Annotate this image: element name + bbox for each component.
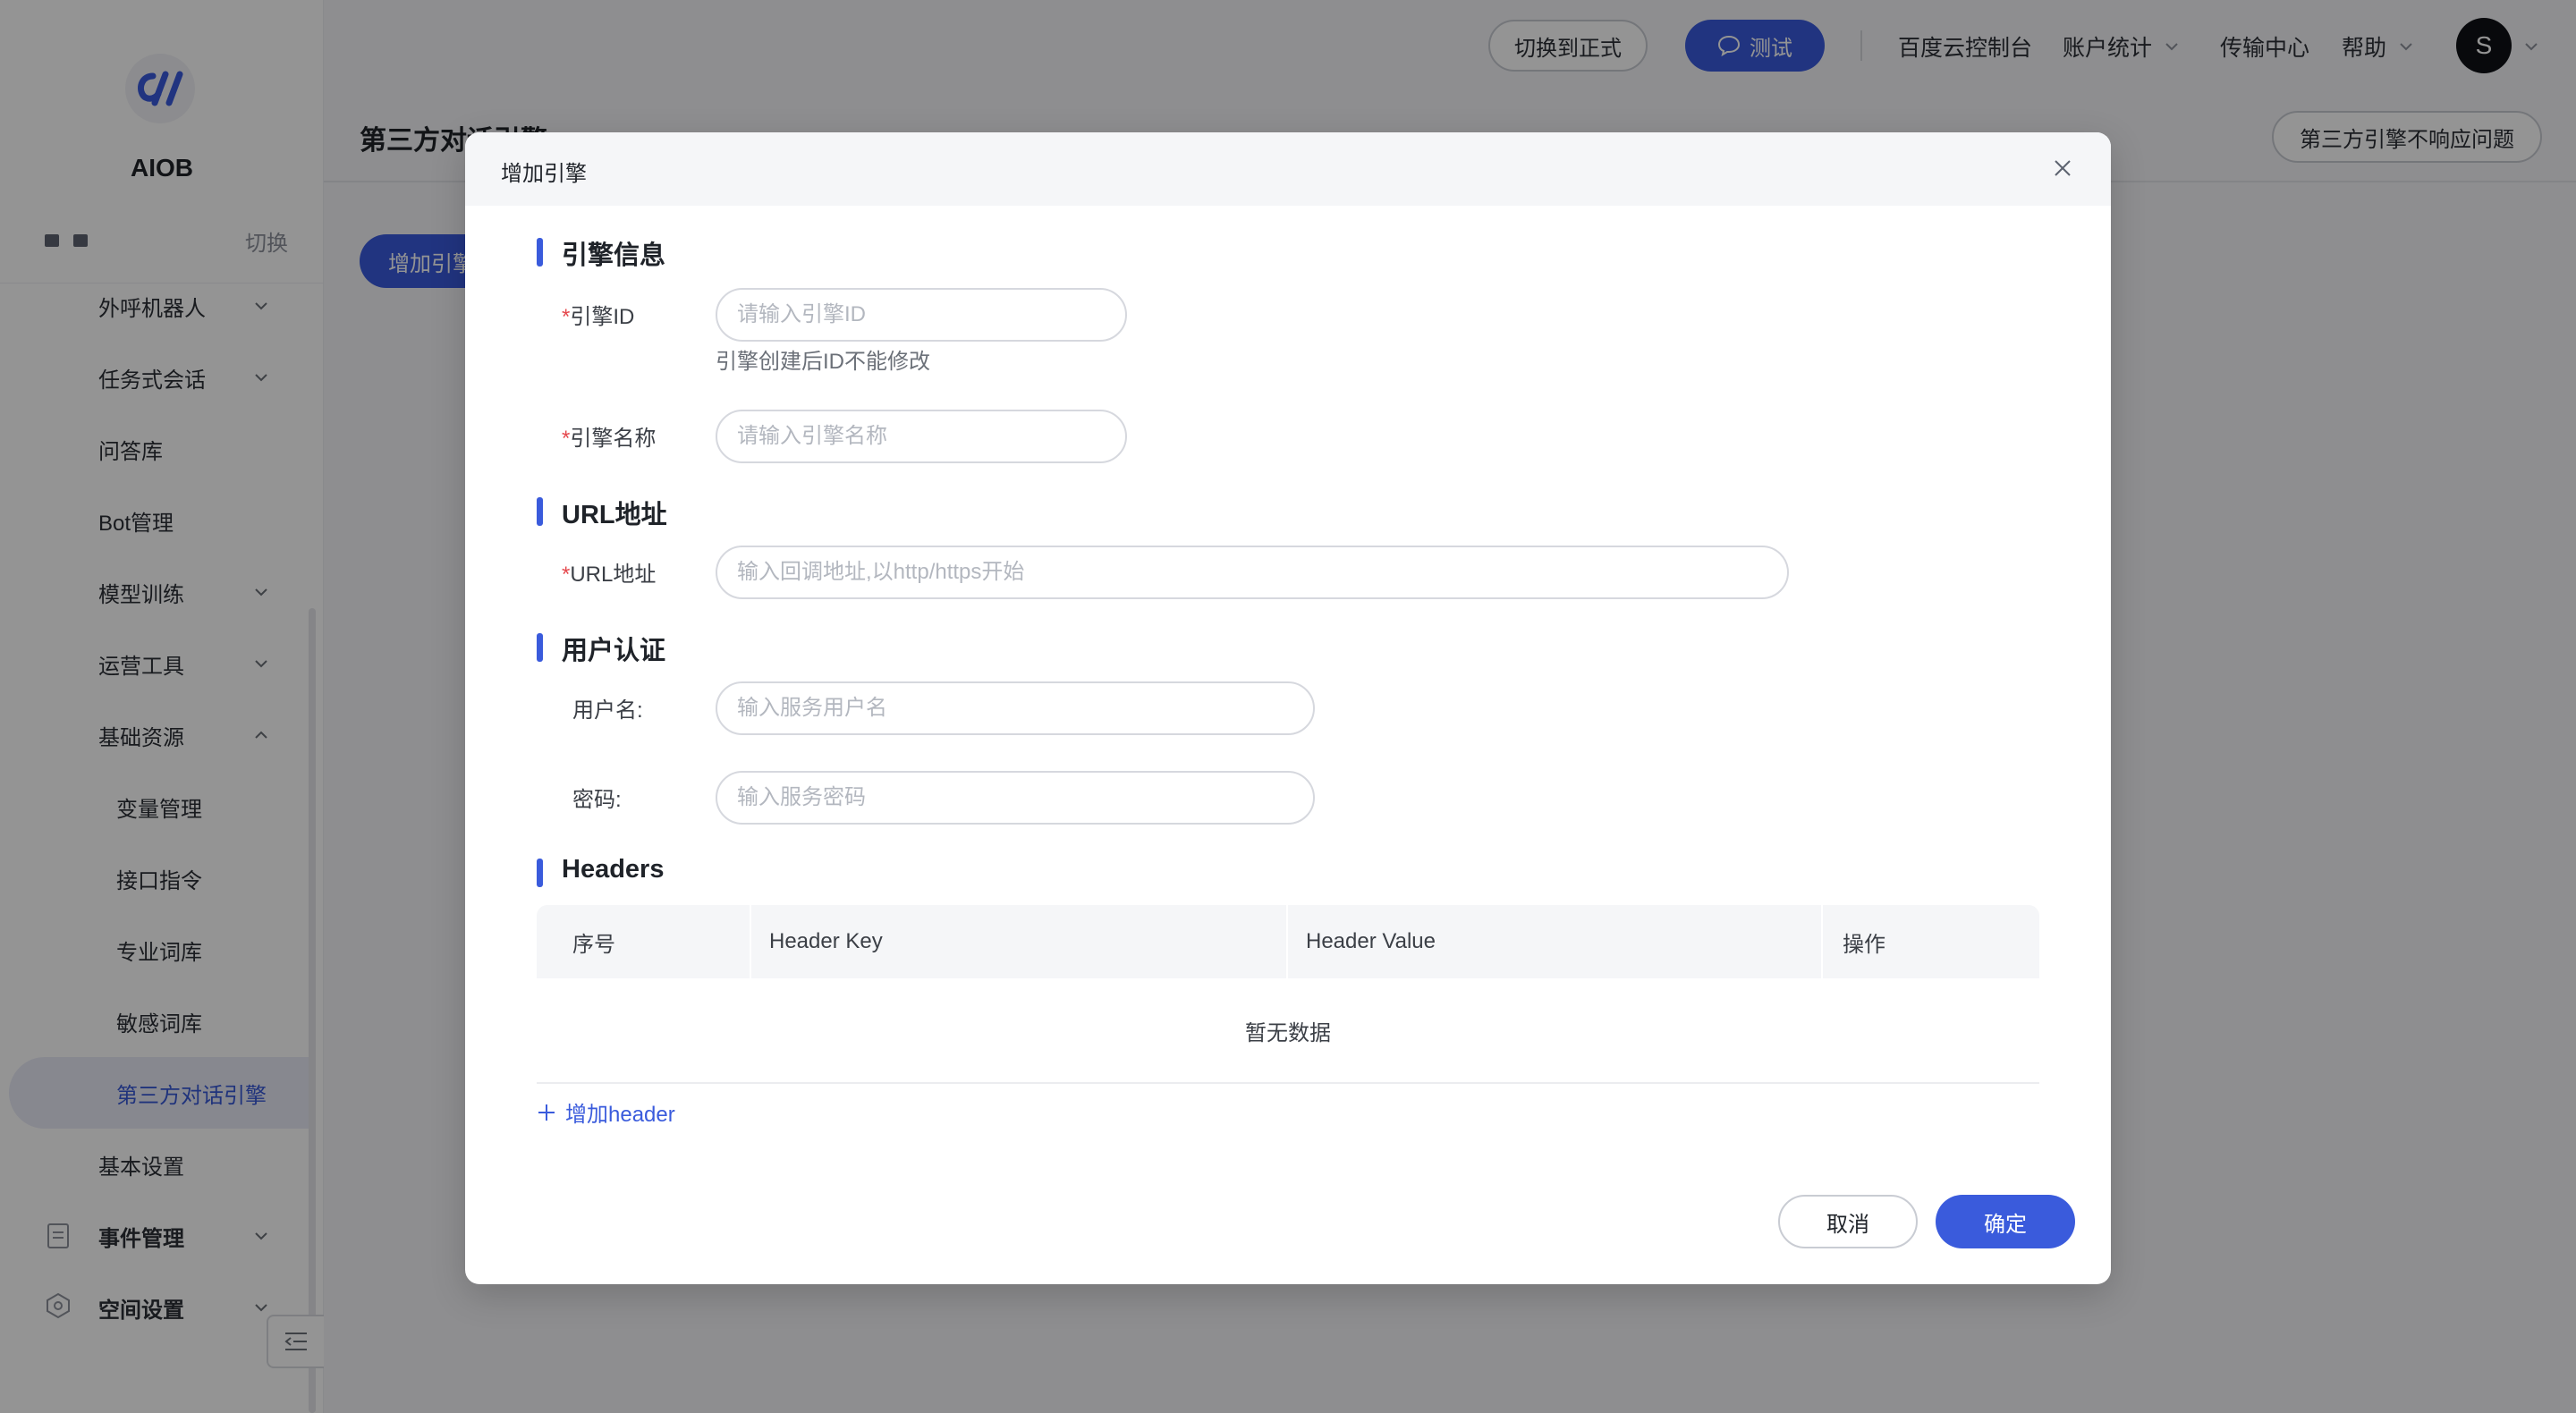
engine-id-label: *引擎ID (562, 299, 634, 330)
engine-id-label-text: 引擎ID (570, 305, 635, 329)
section-engine-info: 引擎信息 (537, 234, 665, 272)
password-input[interactable] (716, 771, 1315, 825)
table-empty-state: 暂无数据 (537, 978, 2039, 1084)
plus-icon (538, 1104, 555, 1121)
section-user-auth: 用户认证 (537, 630, 665, 667)
confirm-button[interactable]: 确定 (1936, 1195, 2075, 1248)
column-header-key: Header Key (769, 929, 883, 953)
column-header-index: 序号 (572, 932, 615, 957)
engine-name-label-text: 引擎名称 (570, 427, 657, 451)
required-mark: * (562, 305, 571, 329)
add-engine-dialog: 增加引擎 引擎信息 *引擎ID 引擎创建后ID不能修改 *引擎名称 URL地址 … (465, 132, 2111, 1284)
engine-name-input[interactable] (716, 410, 1127, 463)
dialog-title: 增加引擎 (501, 162, 587, 186)
engine-id-help: 引擎创建后ID不能修改 (716, 350, 930, 374)
cancel-button[interactable]: 取消 (1778, 1195, 1918, 1248)
username-label: 用户名: (572, 698, 643, 723)
dialog-header: 增加引擎 (465, 132, 2111, 206)
cancel-label: 取消 (1826, 1212, 1869, 1237)
column-divider (1286, 905, 1288, 978)
engine-name-label: *引擎名称 (562, 420, 656, 452)
add-header-label: 增加header (565, 1103, 675, 1127)
section-url: URL地址 (537, 494, 667, 531)
column-header-actions: 操作 (1843, 932, 1885, 957)
section-headers: Headers (537, 855, 664, 887)
required-mark: * (562, 563, 571, 587)
column-divider (750, 905, 751, 978)
url-label-text: URL地址 (570, 563, 657, 587)
password-label: 密码: (572, 788, 622, 812)
confirm-label: 确定 (1984, 1212, 2027, 1237)
url-input[interactable] (716, 546, 1789, 599)
close-icon[interactable] (2050, 156, 2075, 181)
url-label: *URL地址 (562, 556, 656, 588)
required-mark: * (562, 427, 571, 451)
add-header-button[interactable]: 增加header (537, 1096, 675, 1128)
username-input[interactable] (716, 681, 1315, 735)
column-header-value: Header Value (1306, 929, 1436, 953)
headers-table-head: 序号 Header Key Header Value 操作 (537, 905, 2039, 978)
engine-id-input[interactable] (716, 288, 1127, 342)
column-divider (1821, 905, 1823, 978)
